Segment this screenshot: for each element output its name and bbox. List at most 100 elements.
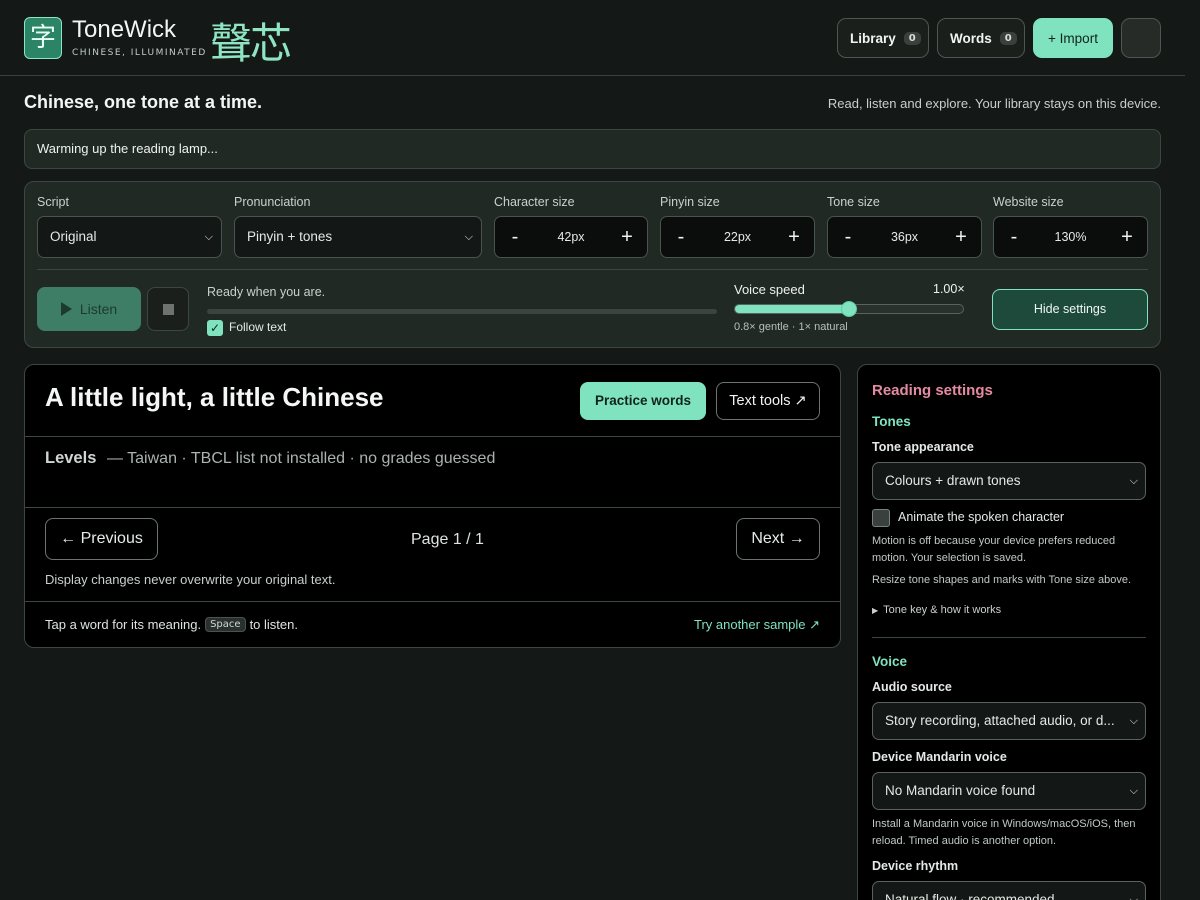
reader-divider	[25, 507, 840, 508]
display-note: Display changes never overwrite your ori…	[45, 572, 336, 587]
words-count-badge: 0	[999, 31, 1017, 45]
logo-icon[interactable]: 字	[24, 17, 62, 59]
tone-appearance-value: Colours + drawn tones	[885, 473, 1021, 488]
import-button[interactable]: + Import	[1033, 18, 1113, 58]
status-message: Warming up the reading lamp...	[24, 129, 1161, 169]
voice-speed-label: Voice speed	[734, 282, 805, 297]
chevron-down-icon: ⌵	[1127, 463, 1138, 499]
playback-progress-bar[interactable]	[207, 309, 717, 314]
reader-divider	[25, 436, 840, 437]
menu-button[interactable]	[1121, 18, 1161, 58]
try-another-sample-link[interactable]: Try another sample ↗	[694, 617, 820, 633]
chevron-down-icon: ⌵	[204, 231, 213, 243]
reader-hint: Tap a word for its meaning. Space to lis…	[45, 617, 298, 632]
tone-appearance-label: Tone appearance	[872, 440, 974, 454]
previous-page-button[interactable]: ← Previous	[45, 518, 158, 560]
character-size-increase-button[interactable]: +	[619, 226, 635, 249]
character-size-stepper: - 42px +	[494, 216, 648, 258]
levels-info: — Taiwan · TBCL list not installed · no …	[107, 450, 496, 467]
script-select[interactable]: Original ⌵	[37, 216, 222, 258]
voice-install-note: Install a Mandarin voice in Windows/macO…	[872, 818, 1136, 847]
voice-speed-value: 1.00×	[933, 282, 965, 296]
hide-settings-button[interactable]: Hide settings	[992, 289, 1148, 330]
website-size-value: 130%	[1054, 230, 1087, 244]
tone-size-increase-button[interactable]: +	[953, 226, 969, 249]
library-count-badge: 0	[903, 31, 921, 45]
animate-character-checkbox[interactable]	[872, 509, 890, 527]
page-subtagline: Read, listen and explore. Your library s…	[827, 96, 1161, 111]
chevron-down-icon: ⌵	[1127, 703, 1138, 739]
words-button[interactable]: Words 0	[937, 18, 1025, 58]
library-label: Library	[850, 30, 896, 46]
tone-size-stepper: - 36px +	[827, 216, 982, 258]
practice-words-button[interactable]: Practice words	[580, 382, 706, 420]
device-rhythm-select[interactable]: Natural flow · recommended ⌵	[872, 881, 1146, 900]
next-page-button[interactable]: Next →	[736, 518, 820, 560]
chevron-down-icon: ⌵	[464, 231, 473, 243]
app-header: 字 ToneWick CHINESE, ILLUMINATED 聲芯 Libra…	[0, 0, 1185, 76]
follow-text-label: Follow text	[229, 320, 287, 334]
listen-button[interactable]: Listen	[37, 287, 141, 331]
voice-speed-handle[interactable]	[841, 301, 857, 317]
tones-heading: Tones	[872, 414, 911, 429]
script-value: Original	[50, 229, 97, 244]
audio-source-value: Story recording, attached audio, or d...	[885, 713, 1115, 728]
script-label: Script	[37, 195, 69, 209]
pinyin-size-stepper: - 22px +	[660, 216, 815, 258]
words-label: Words	[950, 30, 992, 46]
brand-tagline: CHINESE, ILLUMINATED	[72, 48, 207, 58]
tone-size-value: 36px	[890, 230, 919, 244]
disclosure-triangle-icon: ▶	[872, 606, 879, 615]
tone-size-label: Tone size	[827, 195, 880, 209]
character-size-decrease-button[interactable]: -	[507, 226, 523, 249]
character-size-label: Character size	[494, 195, 575, 209]
tone-appearance-select[interactable]: Colours + drawn tones ⌵	[872, 462, 1146, 500]
website-size-stepper: - 130% +	[993, 216, 1148, 258]
device-voice-select[interactable]: No Mandarin voice found ⌵	[872, 772, 1146, 810]
website-size-label: Website size	[993, 195, 1064, 209]
animate-character-label: Animate the spoken character	[898, 510, 1065, 524]
voice-heading: Voice	[872, 654, 908, 669]
brand-hanzi: 聲芯	[210, 19, 292, 68]
stop-icon	[163, 304, 174, 315]
motion-note: Motion is off because your device prefer…	[872, 535, 1116, 564]
side-divider	[872, 637, 1146, 638]
follow-text-checkbox[interactable]: ✓	[207, 320, 223, 336]
text-tools-button[interactable]: Text tools ↗	[716, 382, 820, 420]
stop-button[interactable]	[147, 287, 189, 331]
website-size-increase-button[interactable]: +	[1119, 226, 1135, 249]
listen-label: Listen	[79, 301, 118, 317]
audio-source-select[interactable]: Story recording, attached audio, or d...…	[872, 702, 1146, 740]
hint-text-before: Tap a word for its meaning.	[45, 617, 202, 632]
character-size-value: 42px	[557, 230, 585, 244]
pinyin-size-increase-button[interactable]: +	[786, 226, 802, 249]
play-icon	[60, 302, 72, 316]
audio-source-label: Audio source	[872, 680, 952, 694]
reader-title: A little light, a little Chinese	[45, 382, 384, 412]
pinyin-size-label: Pinyin size	[660, 195, 720, 209]
device-rhythm-label: Device rhythm	[872, 859, 959, 873]
brand-name: ToneWick	[72, 16, 177, 43]
tone-size-decrease-button[interactable]: -	[840, 226, 856, 249]
pronunciation-label: Pronunciation	[234, 195, 311, 209]
device-rhythm-value: Natural flow · recommended	[885, 892, 1055, 900]
settings-panel: Script Original ⌵ Pronunciation Pinyin +…	[24, 181, 1161, 348]
chevron-down-icon: ⌵	[1127, 882, 1138, 900]
page-tagline: Chinese, one tone at a time.	[24, 92, 263, 112]
library-button[interactable]: Library 0	[837, 18, 929, 58]
pronunciation-value: Pinyin + tones	[247, 229, 333, 244]
device-voice-value: No Mandarin voice found	[885, 783, 1036, 798]
tone-key-disclosure[interactable]: ▶ Tone key & how it works	[872, 604, 1001, 616]
pinyin-size-decrease-button[interactable]: -	[673, 226, 689, 249]
device-voice-label: Device Mandarin voice	[872, 750, 1007, 764]
pronunciation-select[interactable]: Pinyin + tones ⌵	[234, 216, 482, 258]
levels-label: Levels	[45, 449, 97, 467]
pinyin-size-value: 22px	[723, 230, 752, 244]
tone-key-label: Tone key & how it works	[883, 604, 1002, 616]
reading-settings-panel: Reading settings Tones Tone appearance C…	[857, 364, 1161, 900]
website-size-decrease-button[interactable]: -	[1006, 226, 1022, 249]
space-key-badge: Space	[205, 617, 246, 632]
resize-note: Resize tone shapes and marks with Tone s…	[872, 574, 1132, 586]
chevron-down-icon: ⌵	[1127, 773, 1138, 809]
page-indicator: Page 1 / 1	[411, 531, 484, 548]
